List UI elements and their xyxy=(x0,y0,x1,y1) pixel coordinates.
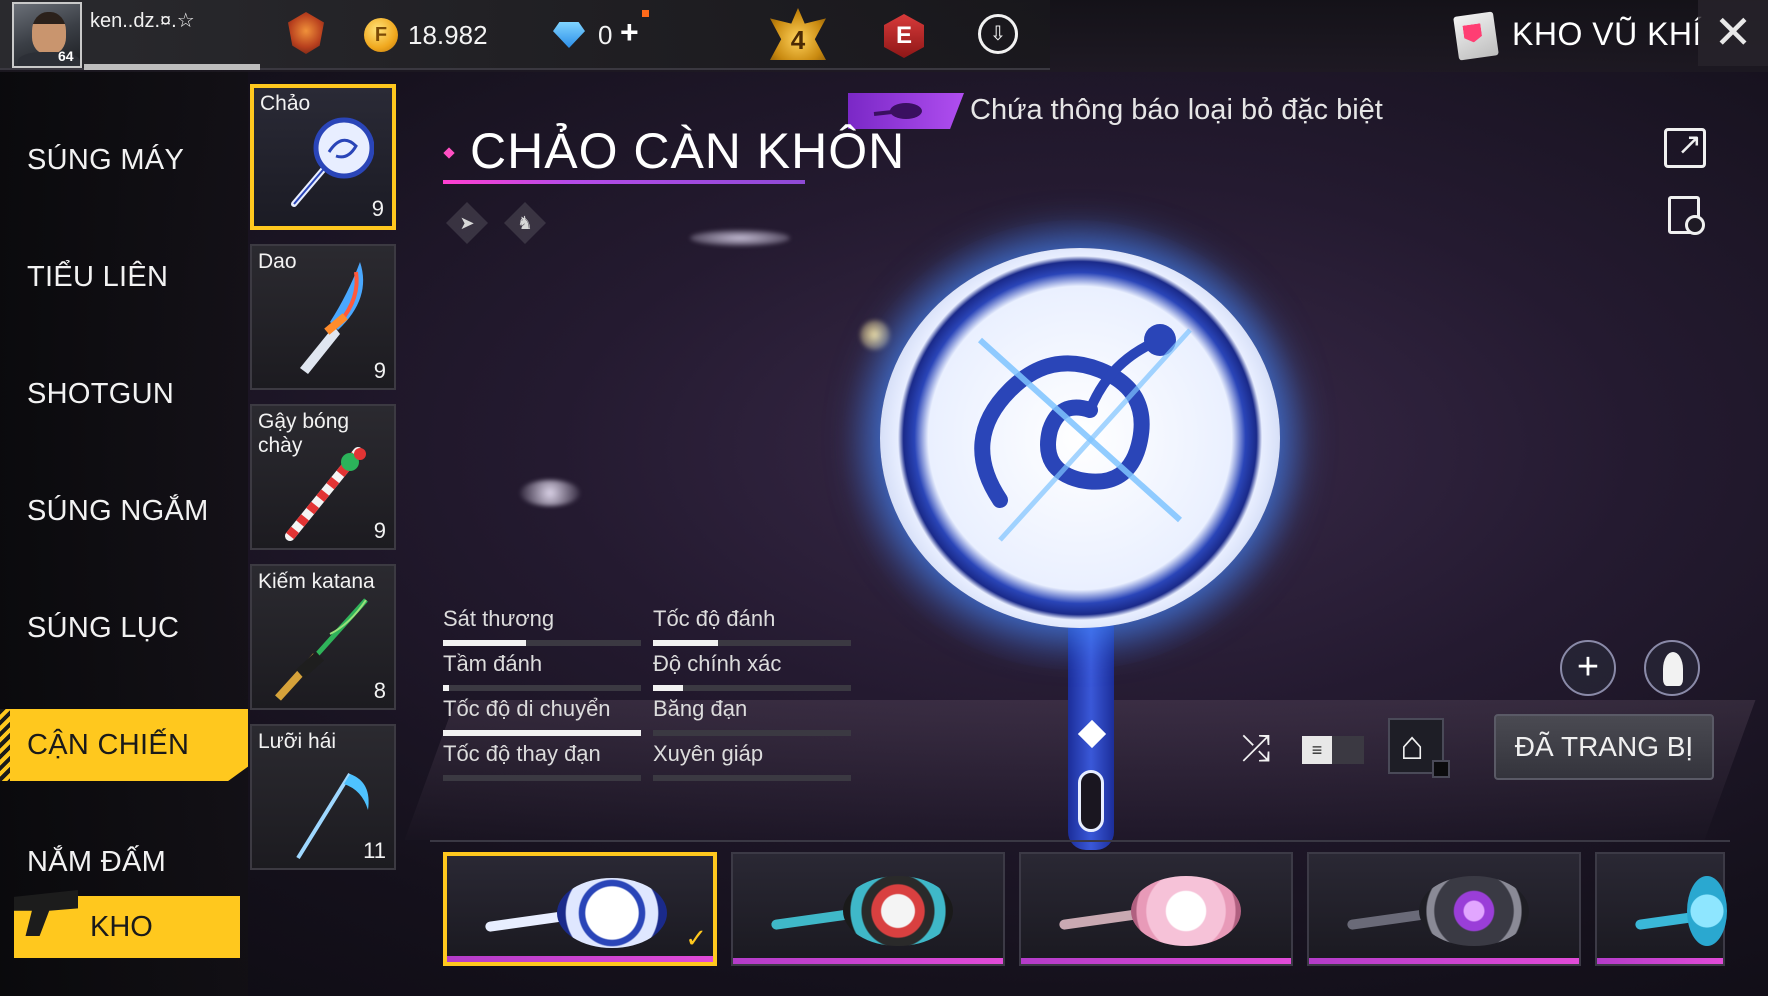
skins-divider xyxy=(430,840,1730,842)
home-showcase-checkbox[interactable] xyxy=(1432,760,1450,778)
stat-label: Xuyên giáp xyxy=(653,741,764,766)
close-button[interactable]: ✕ xyxy=(1698,0,1768,66)
stat-bar xyxy=(443,685,641,691)
weapon-card-scythe[interactable]: Lưỡi hái 11 xyxy=(250,724,396,870)
stat-label: Tốc độ di chuyển xyxy=(443,696,611,721)
weapon-count: 9 xyxy=(371,196,384,221)
stat-movement-speed: Tốc độ di chuyển xyxy=(443,696,641,736)
diamond-balance: 0 xyxy=(598,20,613,50)
share-icon[interactable] xyxy=(1664,127,1706,168)
equipped-button[interactable]: ĐÃ TRANG BỊ xyxy=(1494,714,1714,780)
vault-book-icon xyxy=(1453,11,1499,61)
add-diamond-button[interactable]: + xyxy=(620,14,639,51)
stat-bar xyxy=(443,730,641,736)
weapon-card-knife[interactable]: Dao 9 xyxy=(250,244,396,390)
title-underline xyxy=(443,180,805,184)
stat-label: Tầm đánh xyxy=(443,651,543,676)
stat-damage: Sát thương xyxy=(443,606,641,646)
xp-bar xyxy=(84,64,260,70)
skin-pan-blue-dragon xyxy=(557,878,667,948)
stat-bar xyxy=(653,640,851,646)
skin-card[interactable] xyxy=(1595,852,1727,966)
category-item-pistol[interactable]: SÚNG LỤC xyxy=(0,592,248,664)
stat-magazine: Băng đạn xyxy=(653,696,851,736)
rarity-bar xyxy=(1597,958,1723,964)
zoom-in-button[interactable]: + xyxy=(1560,640,1616,696)
skin-pan-graffiti xyxy=(843,876,953,946)
weapon-name: Lưỡi hái xyxy=(258,730,337,753)
display-toggle[interactable]: ≡ xyxy=(1302,736,1364,764)
stat-bar xyxy=(443,775,641,781)
knife-icon xyxy=(300,262,364,374)
category-item-smg[interactable]: TIỂU LIÊN xyxy=(0,241,248,313)
background-light xyxy=(690,230,790,246)
stat-armor-penetration: Xuyên giáp xyxy=(653,741,851,781)
stat-bar xyxy=(653,775,851,781)
skin-card[interactable]: ✓ xyxy=(443,852,717,966)
special-notice-text: Chứa thông báo loại bỏ đặc biệt xyxy=(970,94,1383,126)
stat-bar xyxy=(653,730,851,736)
weapon-count: 11 xyxy=(363,838,386,863)
stat-label: Độ chính xác xyxy=(653,651,782,676)
stat-label: Tốc độ thay đạn xyxy=(443,741,601,766)
category-item-machine-gun[interactable]: SÚNG MÁY xyxy=(0,124,248,196)
category-item-sniper[interactable]: SÚNG NGẮM xyxy=(0,475,248,547)
skin-card[interactable] xyxy=(731,852,1005,966)
toggle-knob: ≡ xyxy=(1302,736,1332,764)
stat-range: Tầm đánh xyxy=(443,651,641,691)
stat-attack-speed: Tốc độ đánh xyxy=(653,606,851,646)
weapon-count: 9 xyxy=(373,358,386,383)
title-marker xyxy=(443,147,455,159)
character-pose-button[interactable] xyxy=(1644,640,1700,696)
details-search-icon[interactable] xyxy=(1668,196,1705,235)
skin-pan-pink xyxy=(1131,876,1241,946)
weapon-name: Kiếm katana xyxy=(258,570,375,593)
category-item-shotgun[interactable]: SHOTGUN xyxy=(0,358,248,430)
weapon-count: 8 xyxy=(373,678,386,703)
stat-label: Tốc độ đánh xyxy=(653,606,776,631)
skin-card[interactable] xyxy=(1307,852,1581,966)
page-title: KHO VŨ KHÍ xyxy=(1512,16,1702,52)
pan-handle-hole xyxy=(1078,770,1104,832)
notification-dot xyxy=(642,10,649,17)
bullet-tag-icon[interactable]: ➤ xyxy=(446,202,488,244)
player-name[interactable]: ken..dz.¤.☆ xyxy=(90,8,195,33)
equipped-check-icon: ✓ xyxy=(685,923,707,953)
stat-bar xyxy=(653,685,851,691)
player-level: 64 xyxy=(58,48,74,64)
weapon-card-bat[interactable]: Gậy bóng chày 9 xyxy=(250,404,396,550)
skin-pan-cyan xyxy=(1687,876,1727,946)
candy-bat-icon xyxy=(285,447,366,541)
weapon-card-pan[interactable]: Chảo 9 xyxy=(250,84,396,230)
skin-card[interactable] xyxy=(1019,852,1293,966)
background-light xyxy=(520,480,580,506)
skin-pan-dark-purple xyxy=(1419,876,1529,946)
rarity-bar xyxy=(733,958,1003,964)
stat-accuracy: Độ chính xác xyxy=(653,651,851,691)
category-item-fist[interactable]: NẮM ĐẤM xyxy=(0,826,248,898)
weapon-card-katana[interactable]: Kiếm katana 8 xyxy=(250,564,396,710)
rarity-bar xyxy=(447,956,713,962)
weapon-count: 9 xyxy=(373,518,386,543)
stat-reload-speed: Tốc độ thay đạn xyxy=(443,741,641,781)
pan-icon xyxy=(291,117,374,207)
katana-icon xyxy=(275,598,368,701)
rarity-bar xyxy=(1021,958,1291,964)
rarity-bar xyxy=(1309,958,1579,964)
pan-notice-icon xyxy=(873,103,922,119)
gold-balance: 18.982 xyxy=(408,20,488,50)
weapon-title: CHẢO CÀN KHÔN xyxy=(470,123,906,179)
stat-bar xyxy=(443,640,641,646)
shuffle-icon[interactable]: ⤮ xyxy=(1232,728,1280,768)
stat-label: Sát thương xyxy=(443,606,555,631)
gold-coin-icon: F xyxy=(364,18,398,52)
cloud-download-icon[interactable]: ⇩ xyxy=(978,14,1018,54)
dragon-pattern-icon xyxy=(974,324,1192,542)
stat-label: Băng đạn xyxy=(653,696,748,721)
character-tag-icon[interactable]: ♞ xyxy=(504,202,546,244)
category-item-melee[interactable]: CẬN CHIẾN xyxy=(0,709,248,781)
